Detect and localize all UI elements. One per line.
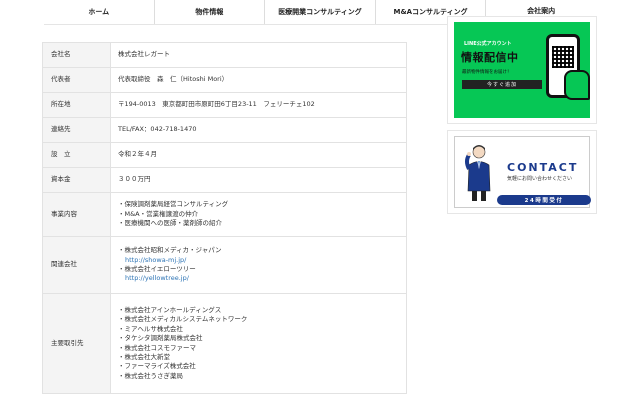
table-row: 所在地 〒194-0013 東京都町田市原町田6丁目23-11 フェリーチェ10… [42,92,407,118]
contact-24h-button[interactable]: 24時間受付 [497,195,591,205]
business-content: 保険調剤薬局経営コンサルティング M&A・営業権譲渡の仲介 医療機関への医師・薬… [110,192,407,237]
row-label: 会社名 [42,42,111,68]
yellowtree-link[interactable]: http://yellowtree.jp/ [118,274,399,283]
contact-banner[interactable]: CONTACT 気軽にお問い合わせください 24時間受付 [447,130,597,214]
list-item: 株式会社うさぎ薬局 [118,372,399,381]
list-item: ミアヘルサ株式会社 [118,325,399,334]
list-item: ファーマライズ株式会社 [118,362,399,371]
row-label: 代表者 [42,67,111,93]
contact-banner-body: CONTACT 気軽にお問い合わせください 24時間受付 [454,136,591,208]
address: 〒194-0013 東京都町田市原町田6丁目23-11 フェリーチェ102 [110,92,407,118]
list-item: 株式会社アインホールディングス [118,306,399,315]
company-info-table: 会社名 株式会社レガート 代表者 代表取締役 森 仁（Hitoshi Mori）… [42,42,407,394]
list-item: 株式会社イエローツリー [118,265,399,274]
table-row: 代表者 代表取締役 森 仁（Hitoshi Mori） [42,67,407,93]
list-item: タケシタ調剤薬局株式会社 [118,334,399,343]
row-label: 連絡先 [42,117,111,143]
company-name: 株式会社レガート [110,42,407,68]
list-item: M&A・営業権譲渡の仲介 [118,210,399,219]
list-item: 株式会社コスモファーマ [118,344,399,353]
list-item: 株式会社メディカルシステムネットワーク [118,315,399,324]
established: 令和２年４月 [110,142,407,168]
table-row: 主要取引先 株式会社アインホールディングス 株式会社メディカルシステムネットワー… [42,293,407,394]
nav-properties[interactable]: 物件情報 [154,0,266,24]
list-item: 株式会社昭和メディカ・ジャパン [118,246,399,255]
table-row: 会社名 株式会社レガート [42,42,407,68]
list-item: 医療機関への医師・薬剤師の紹介 [118,219,399,228]
showa-mj-link[interactable]: http://showa-mj.jp/ [118,256,399,265]
line-banner-body: LINE公式アカウント 情報配信中 最新物件情報をお届け！ 今すぐ追加 [454,22,590,118]
capital: ３００万円 [110,167,407,193]
table-row: 連絡先 TEL/FAX：042-718-1470 [42,117,407,143]
contact-phone: TEL/FAX：042-718-1470 [110,117,407,143]
row-label: 設 立 [42,142,111,168]
nav-medical-consulting[interactable]: 医療開業コンサルティング [265,0,376,24]
related-companies: 株式会社昭和メディカ・ジャパン http://showa-mj.jp/ 株式会社… [110,236,407,294]
line-banner-heading: 情報配信中 [461,51,519,64]
table-row: 資本金 ３００万円 [42,167,407,193]
table-row: 事業内容 保険調剤薬局経営コンサルティング M&A・営業権譲渡の仲介 医療機関へ… [42,192,407,237]
row-label: 事業内容 [42,192,111,237]
nav-home[interactable]: ホーム [44,0,155,24]
table-row: 関連会社 株式会社昭和メディカ・ジャパン http://showa-mj.jp/… [42,236,407,294]
row-label: 関連会社 [42,236,111,294]
table-row: 設 立 令和２年４月 [42,142,407,168]
row-label: 所在地 [42,92,111,118]
line-banner-small-text: LINE公式アカウント [464,41,512,47]
main-partners: 株式会社アインホールディングス 株式会社メディカルシステムネットワーク ミアヘル… [110,293,407,394]
row-label: 主要取引先 [42,293,111,394]
line-account-banner[interactable]: LINE公式アカウント 情報配信中 最新物件情報をお届け！ 今すぐ追加 [447,16,597,124]
line-add-button[interactable]: 今すぐ追加 [462,80,542,89]
line-banner-description: 最新物件情報をお届け！ [462,70,512,75]
list-item: 株式会社大新堂 [118,353,399,362]
qr-code-icon [552,46,574,68]
contact-subtitle: 気軽にお問い合わせください [507,176,573,182]
hand-icon [564,70,590,100]
row-label: 資本金 [42,167,111,193]
businessman-icon [465,145,491,201]
list-item: 保険調剤薬局経営コンサルティング [118,200,399,209]
contact-title: CONTACT [507,161,579,174]
representative: 代表取締役 森 仁（Hitoshi Mori） [110,67,407,93]
